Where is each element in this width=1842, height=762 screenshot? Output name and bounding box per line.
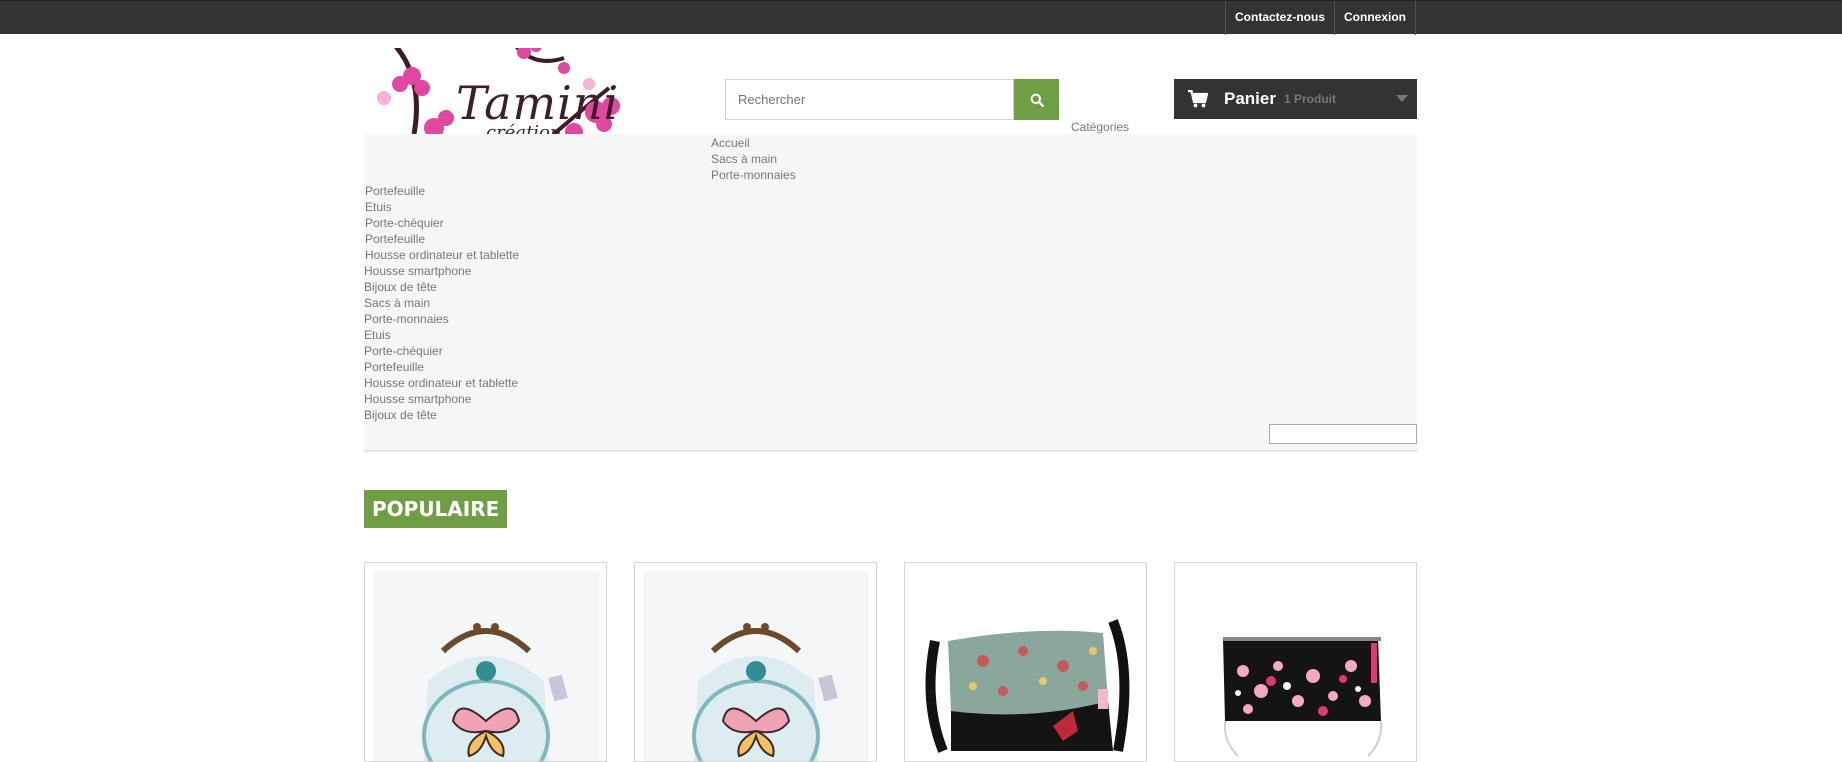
product-card[interactable] bbox=[904, 562, 1147, 762]
search-input[interactable] bbox=[725, 79, 1014, 120]
menu-item[interactable]: Portefeuille bbox=[365, 232, 425, 246]
search-form bbox=[725, 79, 1059, 120]
menu-item[interactable]: Etuis bbox=[365, 200, 392, 214]
menu-item[interactable]: Housse smartphone bbox=[364, 264, 471, 278]
popular-tab[interactable]: POPULAIRE bbox=[364, 490, 508, 528]
search-button[interactable] bbox=[1014, 79, 1059, 120]
product-image[interactable] bbox=[373, 571, 599, 761]
product-image[interactable] bbox=[913, 571, 1139, 761]
menu-item[interactable]: Bijoux de tête bbox=[364, 408, 437, 422]
menu-item-home[interactable]: Accueil bbox=[711, 136, 750, 150]
login-link[interactable]: Connexion bbox=[1334, 1, 1416, 35]
logo-subtitle: création bbox=[486, 122, 562, 134]
product-image[interactable] bbox=[643, 571, 869, 761]
categories-label[interactable]: Catégories bbox=[1071, 120, 1129, 134]
product-card[interactable] bbox=[1174, 562, 1417, 762]
contact-link[interactable]: Contactez-nous bbox=[1225, 1, 1334, 35]
menu-item[interactable]: Porte-chéquier bbox=[365, 216, 444, 230]
menu-item[interactable]: Sacs à main bbox=[364, 296, 430, 310]
menu-item-handbags[interactable]: Sacs à main bbox=[711, 152, 777, 166]
menu-item[interactable]: Portefeuille bbox=[364, 360, 424, 374]
top-nav-bar: Contactez-nous Connexion bbox=[0, 0, 1842, 35]
menu-search-input[interactable] bbox=[1269, 424, 1417, 444]
site-logo[interactable]: Tamini création bbox=[364, 48, 674, 134]
top-nav-links: Contactez-nous Connexion bbox=[1225, 1, 1416, 35]
search-icon bbox=[1030, 93, 1044, 107]
menu-item[interactable]: Housse ordinateur et tablette bbox=[364, 376, 518, 390]
menu-item[interactable]: Porte-monnaies bbox=[364, 312, 449, 326]
product-image[interactable] bbox=[1183, 571, 1409, 761]
menu-item-purses[interactable]: Porte-monnaies bbox=[711, 168, 796, 182]
chevron-down-icon[interactable] bbox=[1396, 95, 1408, 102]
cart-icon bbox=[1188, 90, 1208, 108]
menu-item[interactable]: Porte-chéquier bbox=[364, 344, 443, 358]
menu-item[interactable]: Etuis bbox=[364, 328, 391, 342]
cart-label: Panier bbox=[1224, 89, 1276, 108]
product-card[interactable] bbox=[364, 562, 607, 762]
cart-button[interactable]: Panier 1 Produit bbox=[1174, 79, 1417, 119]
menu-item[interactable]: Housse ordinateur et tablette bbox=[365, 248, 519, 262]
menu-item[interactable]: Bijoux de tête bbox=[364, 280, 437, 294]
menu-item[interactable]: Portefeuille bbox=[365, 184, 425, 198]
categories-menu: Accueil Sacs à main Porte-monnaies Porte… bbox=[364, 134, 1417, 452]
product-card[interactable] bbox=[634, 562, 877, 762]
cart-count: 1 Produit bbox=[1283, 92, 1336, 106]
menu-item[interactable]: Housse smartphone bbox=[364, 392, 471, 406]
